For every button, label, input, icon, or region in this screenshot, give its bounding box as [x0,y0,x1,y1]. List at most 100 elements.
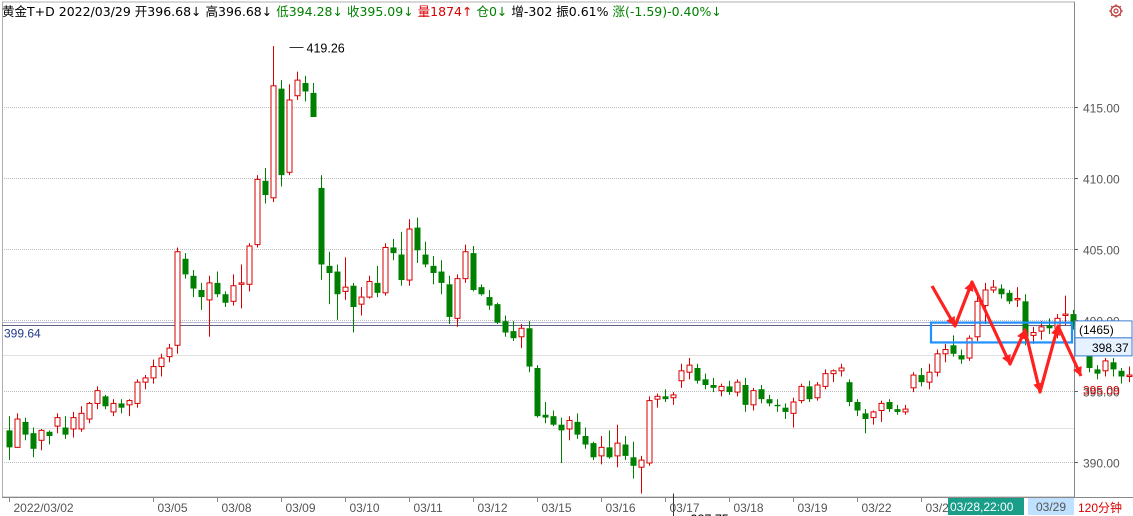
candle[interactable] [798,383,805,404]
candle[interactable] [126,399,133,417]
candle[interactable] [622,436,629,461]
candle[interactable] [470,246,477,292]
candle[interactable] [1102,358,1109,377]
candle[interactable] [222,291,229,307]
candle[interactable] [1118,367,1125,384]
candle[interactable] [1094,365,1101,380]
candle[interactable] [598,436,605,465]
candle[interactable] [654,393,661,408]
candle[interactable] [310,82,317,117]
candle[interactable] [662,389,669,402]
candle[interactable] [158,353,165,377]
candle[interactable] [774,399,781,412]
candle[interactable] [478,284,485,296]
candle[interactable] [494,302,501,325]
candle[interactable] [558,417,565,463]
candlestick-chart[interactable]: 399.64 419.26387.75 390.00395.00400.0040… [0,0,1133,516]
candle[interactable] [566,416,573,441]
candle[interactable] [414,217,421,264]
candle[interactable] [710,377,717,393]
candle[interactable] [918,367,925,387]
candle[interactable] [30,427,37,458]
candle[interactable] [150,359,157,384]
candle[interactable] [54,413,61,434]
candle[interactable] [246,243,253,292]
candle[interactable] [678,363,685,388]
candle[interactable] [94,386,101,410]
candle[interactable] [614,424,621,468]
candle[interactable] [398,231,405,286]
candle[interactable] [910,372,917,393]
candle[interactable] [526,321,533,373]
candle[interactable] [686,358,693,380]
candle[interactable] [766,394,773,407]
candle[interactable] [734,379,741,397]
candle[interactable] [70,411,77,438]
candle[interactable] [1038,321,1045,340]
candle[interactable] [750,387,757,411]
candle[interactable] [422,241,429,268]
candle[interactable] [86,402,93,424]
candle[interactable] [182,253,189,279]
candle[interactable] [998,284,1005,299]
candle[interactable] [454,274,461,327]
candle[interactable] [142,375,149,390]
candle[interactable] [358,287,365,316]
gear-icon[interactable] [1108,3,1124,19]
candle[interactable] [190,270,197,298]
candle[interactable] [462,244,469,283]
candle[interactable] [46,430,53,445]
candle[interactable] [118,399,125,414]
candle[interactable] [758,384,765,404]
candle[interactable] [302,75,309,102]
candle[interactable] [886,399,893,412]
candle[interactable] [430,255,437,285]
candle[interactable] [326,251,333,305]
candle[interactable] [718,383,725,397]
candle[interactable] [438,260,445,295]
candle[interactable] [1110,358,1117,377]
candle[interactable] [822,369,829,390]
candle[interactable] [382,243,389,296]
candle[interactable] [646,396,653,466]
candle[interactable] [542,402,549,424]
candle[interactable] [214,271,221,298]
candle[interactable] [878,400,885,422]
candle[interactable] [790,397,797,428]
candle[interactable] [238,264,245,309]
candle[interactable] [702,373,709,390]
candle[interactable] [486,289,493,310]
candle[interactable] [694,363,701,384]
candle[interactable] [1014,287,1021,307]
candle[interactable] [838,363,845,377]
candle[interactable] [1062,295,1069,326]
candle[interactable] [14,413,21,448]
candle[interactable] [726,380,733,395]
candle[interactable] [630,441,637,479]
period-label[interactable]: 120分钟 [1078,500,1122,515]
candle[interactable] [286,84,293,176]
candle[interactable] [78,406,85,432]
candle[interactable] [638,455,645,494]
candle[interactable] [366,275,373,299]
candle[interactable] [1046,318,1053,334]
candle[interactable] [934,349,941,377]
candle[interactable] [262,168,269,204]
candle[interactable] [270,46,277,203]
candle[interactable] [230,274,237,306]
candle[interactable] [958,349,965,364]
candle[interactable] [950,335,957,357]
candle[interactable] [198,282,205,310]
candle[interactable] [446,275,453,325]
candle[interactable] [894,404,901,415]
candle[interactable] [102,394,109,410]
candle[interactable] [294,71,301,100]
candle[interactable] [518,324,525,349]
candle[interactable] [390,238,397,261]
candle[interactable] [990,280,997,293]
candle[interactable] [110,399,117,417]
candle[interactable] [278,80,285,187]
candle[interactable] [574,413,581,439]
candle[interactable] [166,343,173,363]
candle[interactable] [318,175,325,281]
